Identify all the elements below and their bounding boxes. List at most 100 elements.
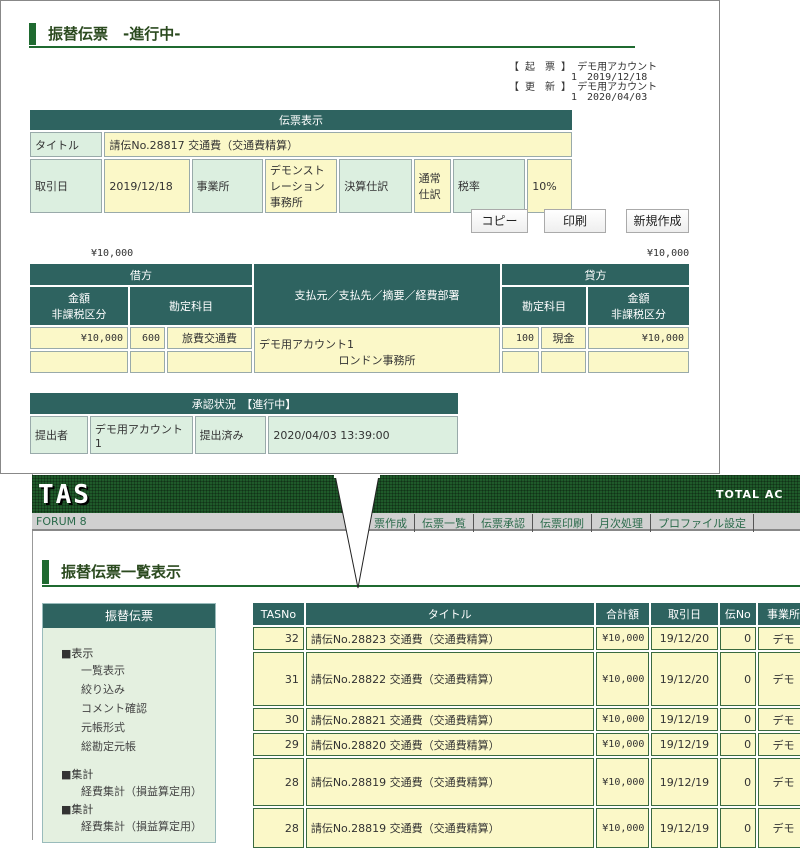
title-value: 請伝No.28817 交通費（交通費精算） (104, 132, 572, 157)
col-no[interactable]: 伝No (719, 603, 757, 625)
debit-account: 旅費交通費 (167, 327, 252, 349)
debit-amount-header: 金額 非課税区分 (30, 287, 128, 325)
amount-label: 金額 (627, 292, 650, 305)
approval-table: 承認状況 【進行中】 提出者 デモ用アカウント1 提出済み 2020/04/03… (28, 391, 460, 456)
cell-total: ¥10,000 (595, 733, 650, 756)
empty-cell (130, 351, 165, 373)
debit-code: 600 (130, 327, 165, 349)
tax-value: 10% (527, 159, 572, 213)
sidebar-item-expense[interactable]: 経費集計（損益算定用） (43, 782, 215, 801)
cell-total: ¥10,000 (595, 652, 650, 706)
debit-account-header: 勘定科目 (130, 287, 252, 325)
cell-date: 19/12/20 (651, 652, 718, 706)
office-label: 事業所 (191, 159, 263, 213)
cell-total: ¥10,000 (595, 708, 650, 731)
table-row[interactable]: 30 請伝No.28821 交通費（交通費精算） ¥10,000 19/12/19 0 デ… (253, 708, 800, 731)
created-label: 【 起 票 】 (509, 62, 572, 73)
sidebar-header: 振替伝票 (43, 604, 215, 628)
credit-account: 現金 (541, 327, 586, 349)
page-title: 振替伝票一覧表示 (42, 560, 181, 584)
approval-header: 承認状況 【進行中】 (30, 393, 458, 414)
approval-datetime: 2020/04/03 13:39:00 (268, 416, 458, 454)
cell-title[interactable]: 請伝No.28823 交通費（交通費精算） (305, 627, 594, 650)
cell-date: 19/12/19 (651, 733, 718, 756)
print-button[interactable]: 印刷 (544, 209, 606, 233)
cell-title[interactable]: 請伝No.28820 交通費（交通費精算） (305, 733, 594, 756)
col-total[interactable]: 合計額 (595, 603, 650, 625)
new-button[interactable]: 新規作成 (626, 209, 689, 233)
sidebar-group: ■表示 (61, 647, 94, 660)
nav-monthly[interactable]: 月次処理 (592, 514, 651, 532)
cell-tasno: 32 (253, 627, 304, 650)
cell-total: ¥10,000 (595, 627, 650, 650)
sidebar-group: ■集計 (61, 768, 94, 781)
journal-table: 借方 支払元／支払先／摘要／経費部署 貸方 金額 非課税区分 勘定科目 勘定科目 金額… (28, 262, 691, 375)
col-date[interactable]: 取引日 (651, 603, 718, 625)
cell-tasno: 30 (253, 708, 304, 731)
callout-pointer (333, 470, 381, 589)
settle-label: 決算仕訳 (339, 159, 412, 213)
title-underline (29, 46, 635, 48)
tax-class-label: 非課税区分 (51, 308, 107, 321)
office-value: デモンストレーション事務所 (264, 159, 338, 213)
cell-date: 19/12/19 (651, 758, 718, 806)
settle-value: 通常仕訳 (413, 159, 451, 213)
cell-tasno: 28 (253, 808, 304, 848)
debit-header: 借方 (30, 264, 252, 285)
copy-button[interactable]: コピー (471, 209, 528, 233)
app-header (32, 475, 800, 513)
empty-cell (167, 351, 252, 373)
nav-profile[interactable]: プロファイル設定 (651, 514, 754, 532)
table-row[interactable]: 31 請伝No.28822 交通費（交通費精算） ¥10,000 19/12/20 0 デ… (253, 652, 800, 706)
nav-bar: FORUM 8 票作成 伝票一覧 伝票承認 伝票印刷 月次処理 プロファイル設定 (32, 513, 800, 532)
cell-office: デモ (758, 627, 800, 650)
sidebar-item-filter[interactable]: 絞り込み (43, 680, 215, 699)
sidebar-group: ■集計 (61, 803, 94, 816)
sidebar-item-expense[interactable]: 経費集計（損益算定用） (43, 817, 215, 836)
tax-class-label: 非課税区分 (611, 308, 666, 321)
sidebar-item-general-ledger[interactable]: 総勘定元帳 (43, 737, 215, 756)
cell-title[interactable]: 請伝No.28821 交通費（交通費精算） (305, 708, 594, 731)
table-row[interactable]: 28 請伝No.28819 交通費（交通費精算） ¥10,000 19/12/19 0 デ… (253, 758, 800, 806)
cell-no: 0 (719, 708, 757, 731)
submitter-label: 提出者 (30, 416, 88, 454)
credit-amount-header: 金額 非課税区分 (588, 287, 689, 325)
approval-status: 提出済み (194, 416, 267, 454)
cell-title[interactable]: 請伝No.28819 交通費（交通費精算） (305, 758, 594, 806)
sidebar-item-comments[interactable]: コメント確認 (43, 699, 215, 718)
nav-list[interactable]: 伝票一覧 (415, 514, 474, 532)
col-title[interactable]: タイトル (305, 603, 594, 625)
col-office[interactable]: 事業所 (758, 603, 800, 625)
sidebar-item-list[interactable]: 一覧表示 (43, 661, 215, 680)
sidebar-item-ledger[interactable]: 元帳形式 (43, 718, 215, 737)
cell-title[interactable]: 請伝No.28819 交通費（交通費精算） (305, 808, 594, 848)
sidebar: 振替伝票 ■表示 一覧表示 絞り込み コメント確認 元帳形式 総勘定元帳 ■集計… (42, 603, 216, 843)
tas-logo: TAS (38, 480, 91, 510)
credit-header: 貸方 (502, 264, 689, 285)
cell-tasno: 31 (253, 652, 304, 706)
payee-cell: デモ用アカウント1 ロンドン事務所 (254, 327, 500, 373)
cell-date: 19/12/20 (651, 627, 718, 650)
cell-total: ¥10,000 (595, 758, 650, 806)
table-row[interactable]: 29 請伝No.28820 交通費（交通費精算） ¥10,000 19/12/19 0 デ… (253, 733, 800, 756)
cell-office: デモ (758, 758, 800, 806)
info-header: 伝票表示 (30, 110, 572, 130)
updated-date: 1 2020/04/03 (571, 92, 648, 103)
table-row[interactable]: 28 請伝No.28819 交通費（交通費精算） ¥10,000 19/12/19 0 デ… (253, 808, 800, 848)
cell-date: 19/12/19 (651, 708, 718, 731)
cell-title[interactable]: 請伝No.28822 交通費（交通費精算） (305, 652, 594, 706)
voucher-detail-popup: 振替伝票 -進行中- 【 起 票 】 デモ用アカウント 1 2019/12/18 【… (0, 0, 720, 474)
department: ロンドン事務所 (338, 354, 416, 367)
cell-office: デモ (758, 733, 800, 756)
nav-approve[interactable]: 伝票承認 (474, 514, 533, 532)
cell-no: 0 (719, 733, 757, 756)
empty-cell (588, 351, 689, 373)
col-tasno[interactable]: TASNo (253, 603, 304, 625)
cell-office: デモ (758, 708, 800, 731)
tagline: TOTAL AC (716, 488, 784, 501)
cell-date: 19/12/19 (651, 808, 718, 848)
credit-account-header: 勘定科目 (502, 287, 586, 325)
nav-print[interactable]: 伝票印刷 (533, 514, 592, 532)
cell-no: 0 (719, 652, 757, 706)
table-row[interactable]: 32 請伝No.28823 交通費（交通費精算） ¥10,000 19/12/20 0 デ… (253, 627, 800, 650)
